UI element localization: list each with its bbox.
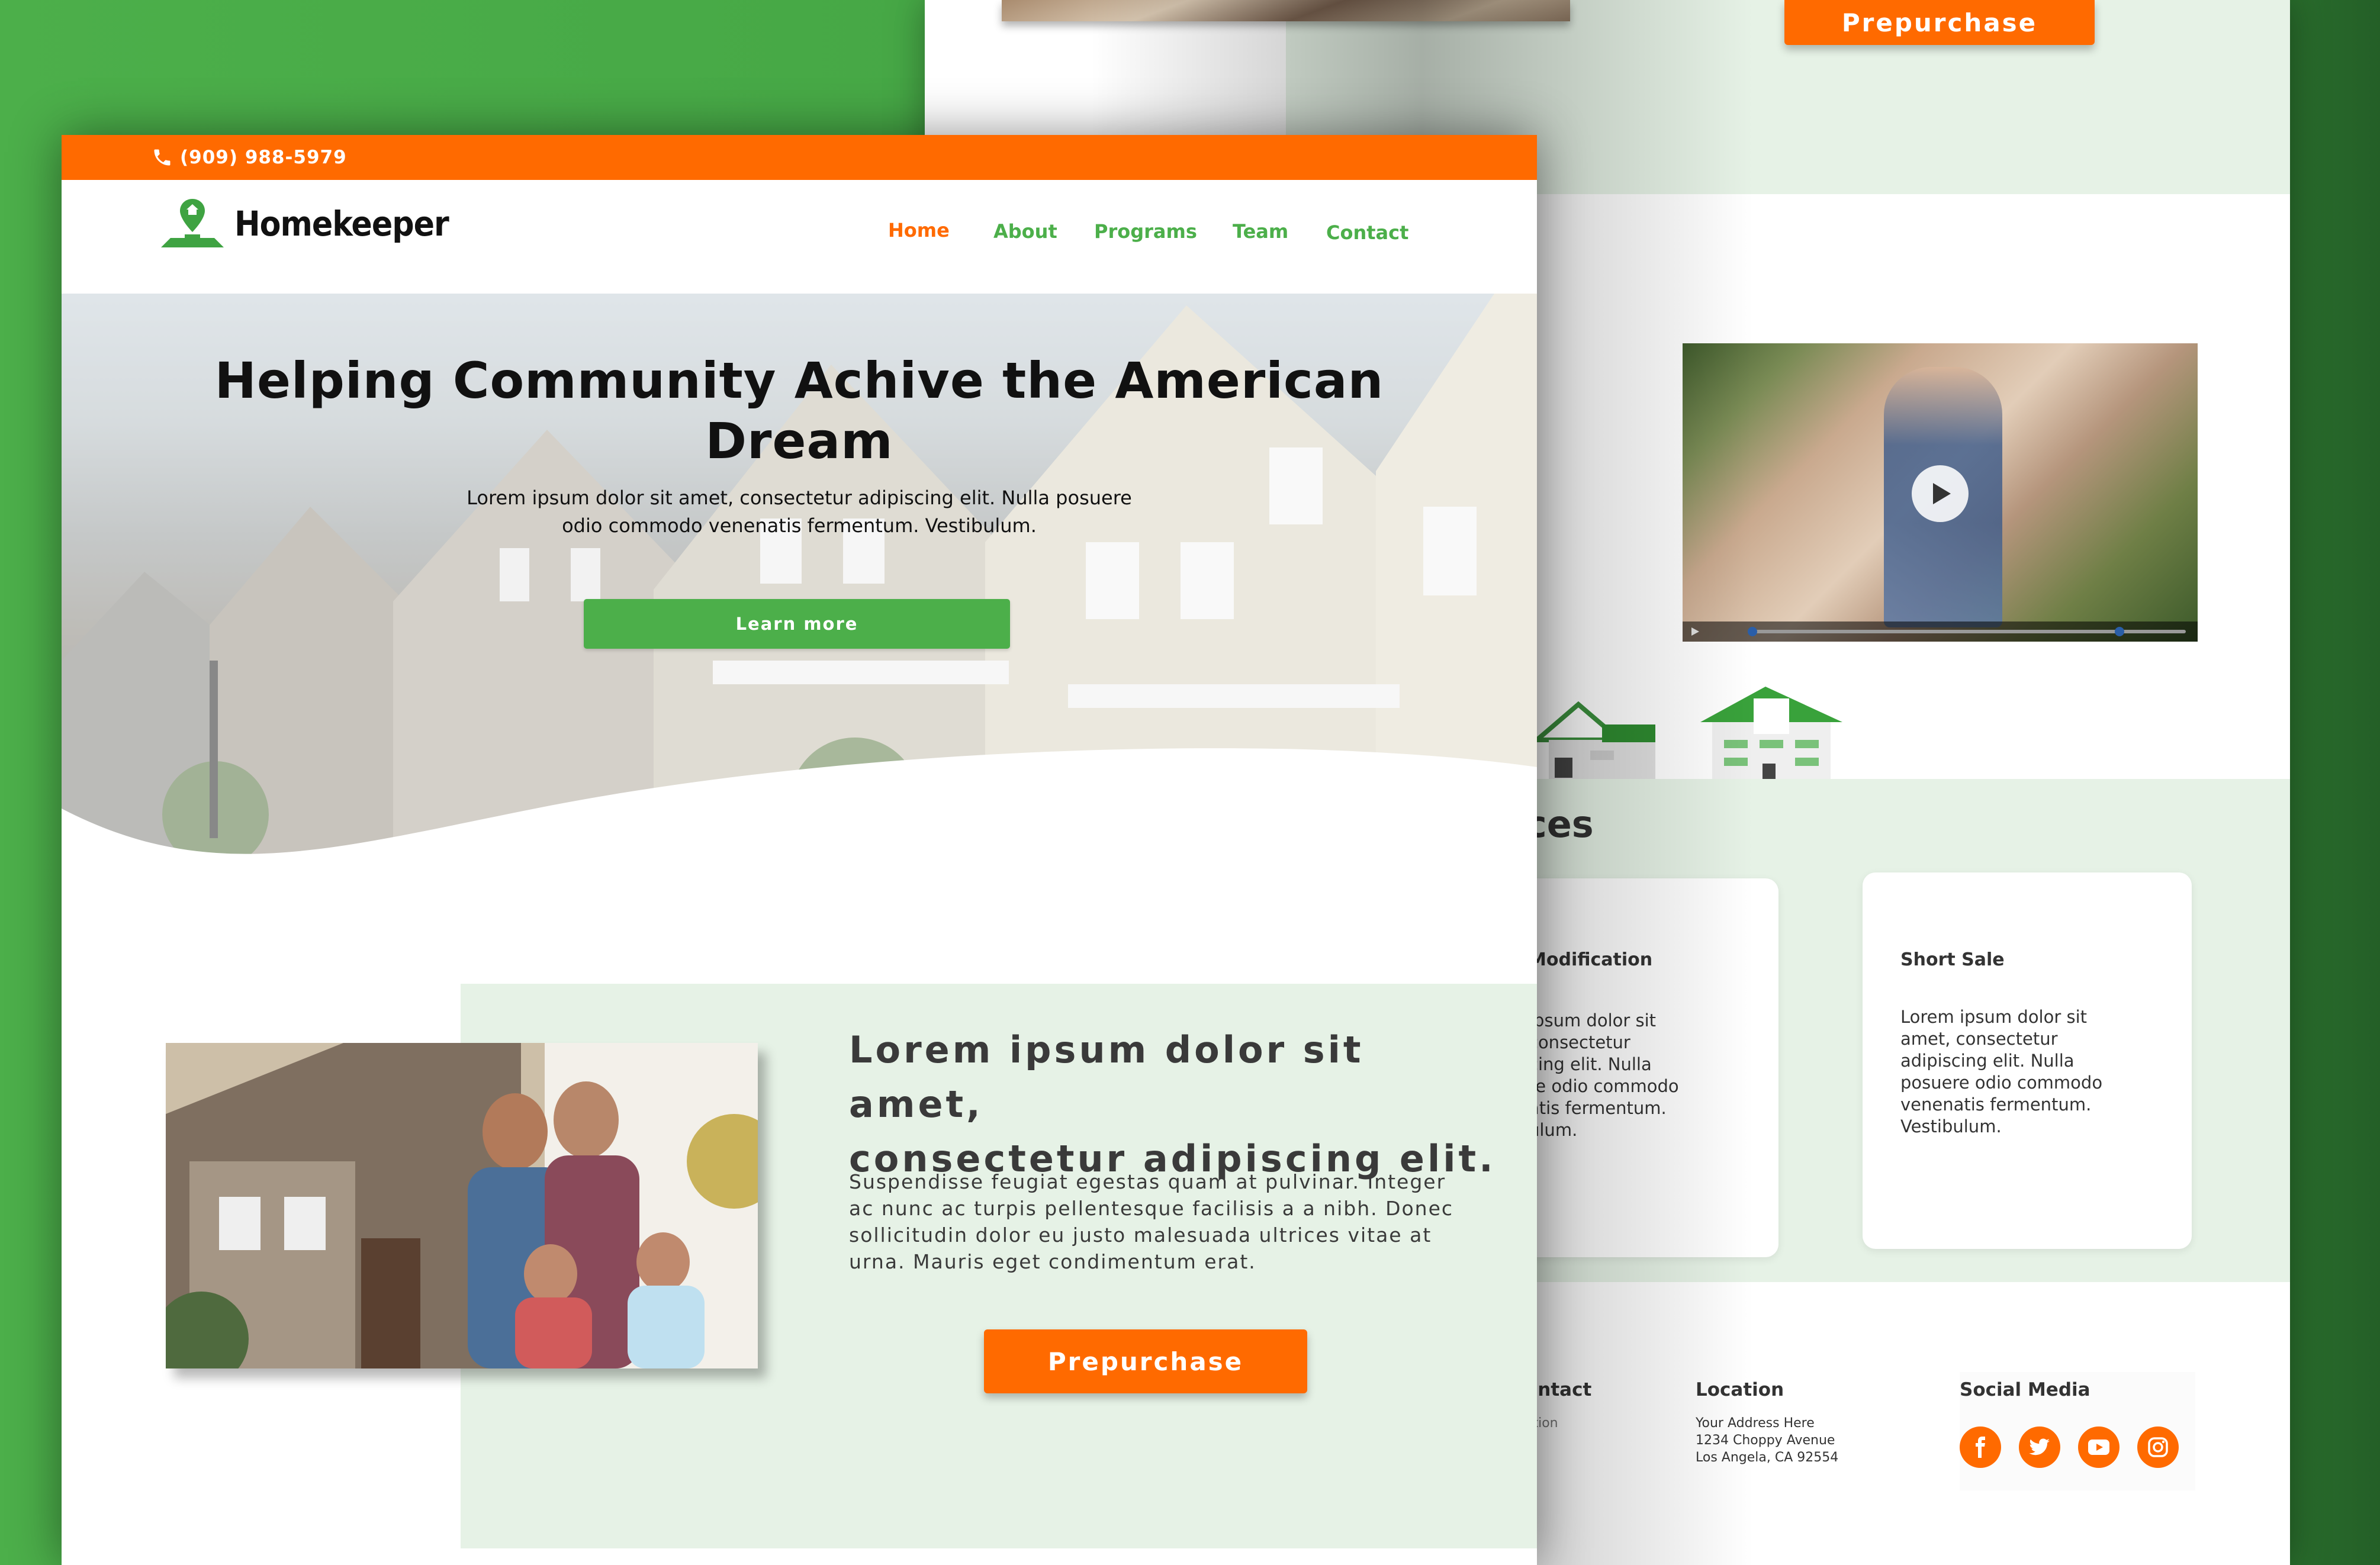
phone-number[interactable]: (909) 988-5979 — [180, 147, 347, 168]
family-photo-image — [166, 1043, 758, 1368]
video-scrub-handle[interactable] — [1748, 627, 1757, 636]
nav-about[interactable]: About — [993, 220, 1057, 243]
nav-home[interactable]: Home — [888, 219, 950, 241]
about-body: Suspendisse feugiat egestas quam at pulv… — [849, 1170, 1454, 1273]
service-card-modification-body: ipsum dolor sit consectetur cing elit. N… — [1529, 1010, 1679, 1140]
video-progress-bar[interactable] — [1683, 622, 2198, 642]
about-heading: Lorem ipsum dolor sit amet, consectetur … — [849, 1028, 1496, 1180]
nav-team[interactable]: Team — [1233, 220, 1288, 243]
logo-text: Homekeeper — [234, 204, 449, 244]
nav-programs[interactable]: Programs — [1094, 220, 1197, 243]
map-pin-house-icon — [161, 199, 224, 247]
footer-location-heading: Location — [1696, 1379, 1784, 1400]
footer-location-address: Your Address Here 1234 Choppy Avenue Los… — [1696, 1416, 1839, 1465]
nav-contact[interactable]: Contact — [1326, 221, 1408, 244]
video-small-play-icon[interactable] — [1690, 626, 1700, 637]
footer-social-heading: Social Media — [1960, 1379, 2090, 1400]
logo[interactable]: Homekeeper — [159, 197, 449, 251]
hero-wave — [62, 748, 1537, 875]
prepurchase-button[interactable]: Prepurchase — [984, 1329, 1307, 1393]
phone-icon — [154, 149, 171, 166]
service-card-modification-title: Modification — [1529, 949, 1653, 970]
navbar: Homekeeper Home About Programs Team Cont… — [62, 180, 1537, 295]
front-page-mockup: (909) 988-5979 Homekeeper Home About Pro… — [62, 135, 1537, 1565]
hero-section: Helping Community Achive the American Dr… — [62, 294, 1537, 875]
play-icon[interactable] — [1912, 465, 1969, 522]
family-photo — [166, 1043, 758, 1368]
family-photo-top — [1002, 0, 1570, 21]
facebook-icon[interactable] — [1960, 1426, 2001, 1468]
service-card-short-sale-body: Lorem ipsum dolor sit amet, consectetur … — [1900, 1007, 2103, 1136]
twitter-icon[interactable] — [2019, 1426, 2060, 1468]
video-player[interactable] — [1683, 343, 2198, 642]
topbar: (909) 988-5979 — [62, 135, 1537, 180]
house-illustration-small — [1531, 701, 1655, 781]
volume-handle[interactable] — [2115, 627, 2124, 636]
youtube-icon[interactable] — [2078, 1426, 2120, 1468]
instagram-icon[interactable] — [2137, 1426, 2179, 1468]
service-card-short-sale-title: Short Sale — [1900, 949, 2005, 970]
prepurchase-button-top[interactable]: Prepurchase — [1784, 0, 2095, 45]
house-illustration-building — [1700, 687, 1842, 781]
